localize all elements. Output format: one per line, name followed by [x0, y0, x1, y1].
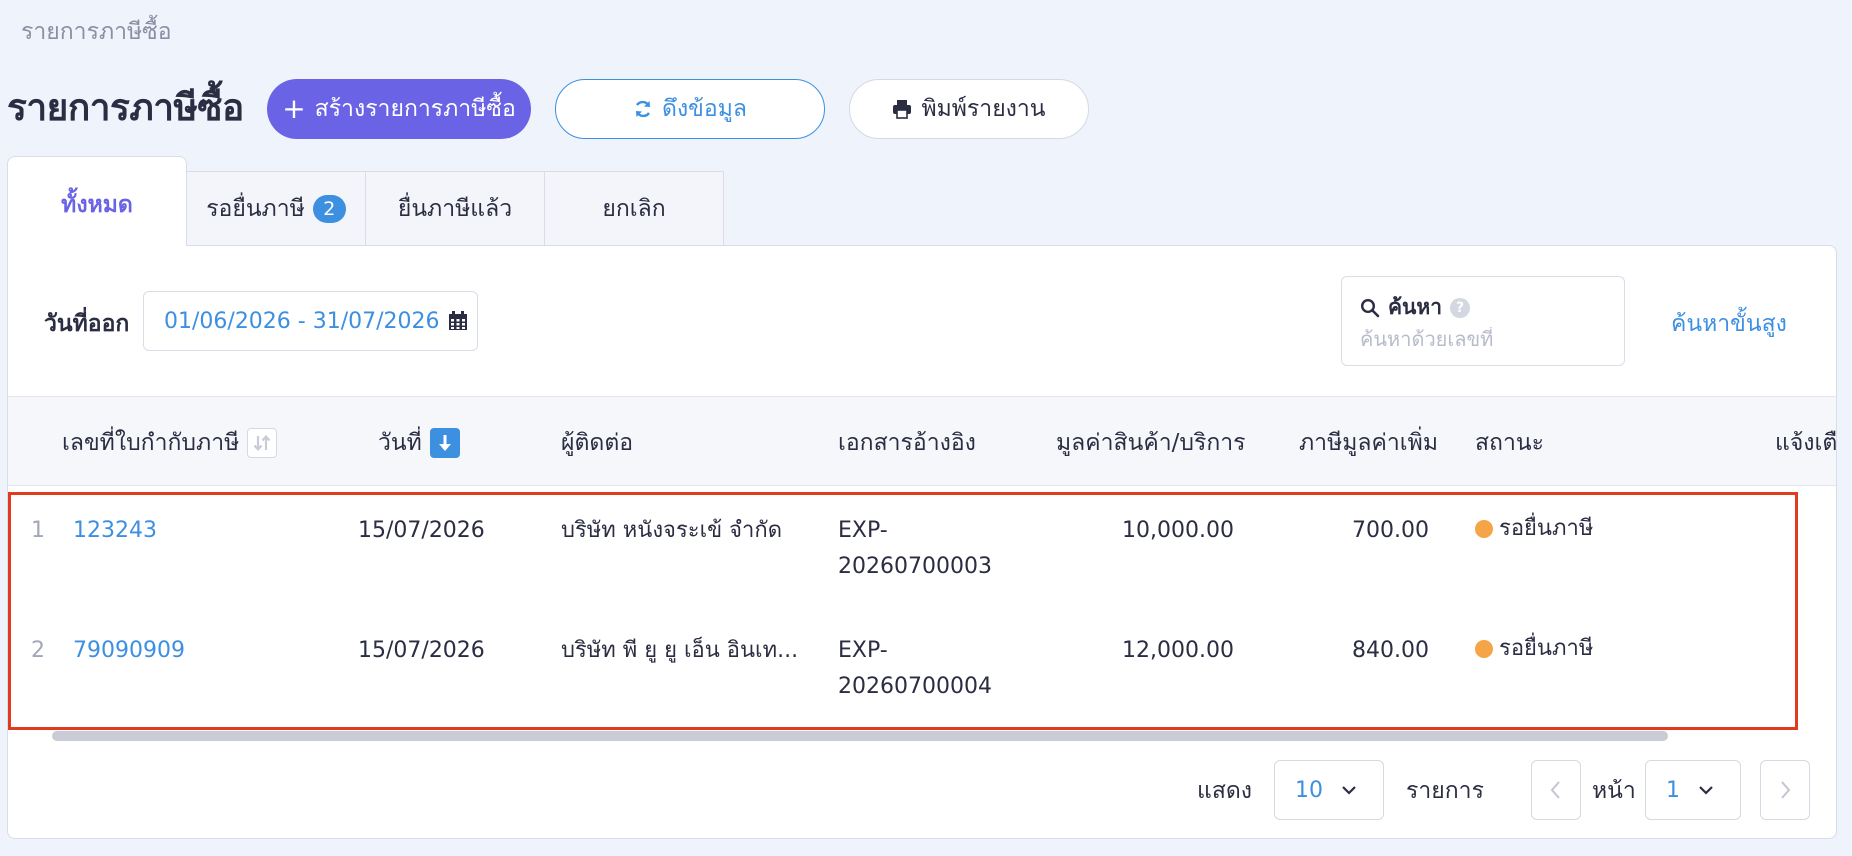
sort-descending-icon[interactable] — [429, 428, 460, 458]
row-contact: บริษัท หนังจระเข้ จำกัด — [561, 518, 782, 543]
page-value: 1 — [1666, 777, 1680, 803]
sort-icon[interactable] — [247, 428, 278, 458]
col-date-label: วันที่ — [378, 430, 422, 456]
printer-icon — [893, 100, 912, 119]
search-input[interactable] — [1360, 327, 1600, 351]
create-purchase-tax-button[interactable]: + สร้างรายการภาษีซื้อ — [267, 79, 531, 139]
row-contact: บริษัท พี ยู ยู เอ็น อินเท... — [561, 638, 799, 663]
row-amount: 10,000.00 — [1122, 518, 1234, 543]
pull-data-button[interactable]: ดึงข้อมูล — [555, 79, 825, 139]
status-dot-icon — [1475, 640, 1493, 658]
col-status: สถานะ — [1475, 430, 1544, 456]
calendar-icon — [448, 311, 467, 330]
page-title: รายการภาษีซื้อ — [7, 86, 244, 129]
page-size-label: แสดง — [1197, 778, 1253, 804]
col-invoice-number[interactable]: เลขที่ใบกำกับภาษี — [62, 425, 278, 461]
search-icon — [1360, 298, 1380, 317]
tab-cancelled[interactable]: ยกเลิก — [544, 171, 724, 246]
row-status: รอยื่นภาษี — [1475, 511, 1593, 547]
page-label: หน้า — [1592, 778, 1636, 804]
tab-cancelled-label: ยกเลิก — [602, 195, 666, 222]
tab-pending[interactable]: รอยื่นภาษี 2 — [186, 171, 366, 246]
date-range-value: 01/06/2026 - 31/07/2026 — [164, 308, 440, 334]
print-button-label: พิมพ์รายงาน — [921, 96, 1046, 122]
print-report-button[interactable]: พิมพ์รายงาน — [849, 79, 1089, 139]
create-button-label: สร้างรายการภาษีซื้อ — [314, 96, 516, 122]
table-header: เลขที่ใบกำกับภาษี วันที่ ผู้ติดต่อ เอกสา… — [8, 396, 1836, 486]
prev-page-button[interactable] — [1531, 760, 1581, 820]
col-vat: ภาษีมูลค่าเพิ่ม — [1299, 430, 1438, 456]
row-reference-line2: 20260700003 — [838, 554, 992, 579]
row-status: รอยื่นภาษี — [1475, 631, 1593, 667]
row-reference-line1: EXP- — [838, 518, 888, 543]
chevron-down-icon — [1699, 786, 1713, 795]
search-label: ค้นหา — [1388, 295, 1443, 319]
page-select[interactable]: 1 — [1645, 760, 1741, 820]
next-page-button[interactable] — [1760, 760, 1810, 820]
tab-filed-label: ยื่นภาษีแล้ว — [397, 195, 513, 222]
chevron-right-icon — [1781, 781, 1791, 799]
invoice-number-link[interactable]: 79090909 — [73, 633, 185, 669]
row-status-label: รอยื่นภาษี — [1499, 636, 1594, 661]
pending-count-badge: 2 — [312, 194, 346, 223]
breadcrumb: รายการภาษีซื้อ — [21, 19, 172, 45]
advanced-search-link[interactable]: ค้นหาขั้นสูง — [1671, 306, 1787, 342]
col-reference: เอกสารอ้างอิง — [838, 430, 976, 456]
col-notify: แจ้งเตื — [1775, 430, 1836, 456]
page-size-select[interactable]: 10 — [1274, 760, 1384, 820]
status-dot-icon — [1475, 520, 1493, 538]
content-panel: วันที่ออก 01/06/2026 - 31/07/2026 ค้นหา … — [7, 245, 1837, 839]
row-vat: 700.00 — [1352, 518, 1429, 543]
col-invoice-number-label: เลขที่ใบกำกับภาษี — [62, 430, 240, 456]
row-number: 1 — [31, 518, 45, 543]
plus-icon: + — [282, 92, 306, 125]
chevron-down-icon — [1342, 786, 1356, 795]
col-contact: ผู้ติดต่อ — [561, 430, 634, 456]
row-vat: 840.00 — [1352, 638, 1429, 663]
table-row: 1 123243 15/07/2026 บริษัท หนังจระเข้ จำ… — [8, 513, 1836, 633]
help-icon[interactable]: ? — [1450, 297, 1471, 318]
search-box: ค้นหา ? — [1341, 276, 1625, 366]
horizontal-scrollbar[interactable] — [52, 731, 1668, 741]
row-reference-line1: EXP- — [838, 638, 888, 663]
tab-filed[interactable]: ยื่นภาษีแล้ว — [365, 171, 545, 246]
chevron-left-icon — [1550, 781, 1560, 799]
row-date: 15/07/2026 — [358, 518, 485, 543]
tab-pending-label: รอยื่นภาษี — [206, 195, 305, 222]
invoice-number-link[interactable]: 123243 — [73, 513, 157, 549]
refresh-icon — [635, 100, 651, 118]
date-range-picker[interactable]: 01/06/2026 - 31/07/2026 — [143, 291, 478, 351]
row-date: 15/07/2026 — [358, 638, 485, 663]
tab-all-label: ทั้งหมด — [61, 192, 133, 218]
row-number: 2 — [31, 638, 45, 663]
date-filter-label: วันที่ออก — [44, 311, 130, 337]
row-reference-line2: 20260700004 — [838, 674, 992, 699]
col-amount: มูลค่าสินค้า/บริการ — [1056, 430, 1246, 456]
tab-all[interactable]: ทั้งหมด — [7, 156, 187, 246]
row-status-label: รอยื่นภาษี — [1499, 516, 1594, 541]
items-label: รายการ — [1406, 778, 1484, 804]
col-date[interactable]: วันที่ — [378, 425, 460, 461]
pull-button-label: ดึงข้อมูล — [662, 96, 747, 122]
page-size-value: 10 — [1295, 777, 1323, 803]
row-amount: 12,000.00 — [1122, 638, 1234, 663]
